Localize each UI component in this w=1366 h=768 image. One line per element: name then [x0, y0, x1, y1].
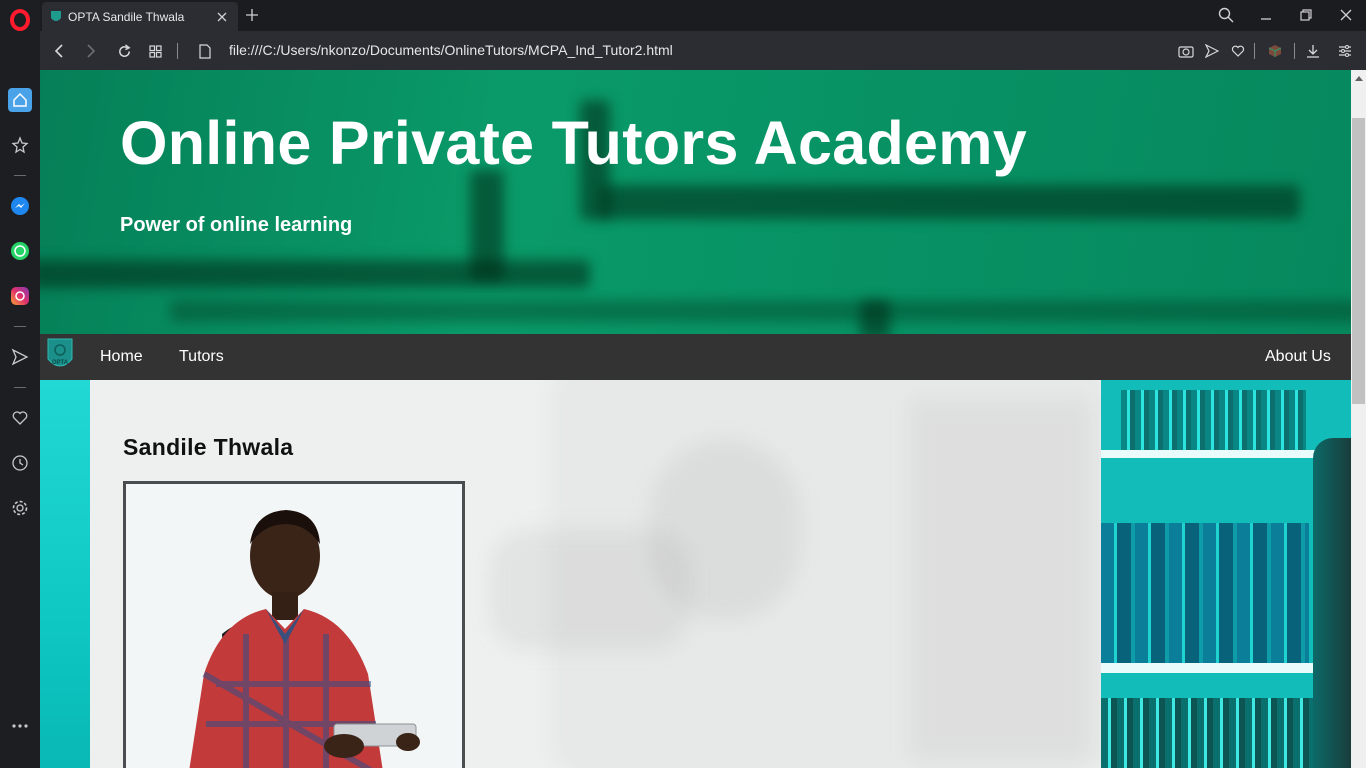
header-background-shape — [40, 260, 590, 288]
logo-text: OPTA — [52, 360, 69, 366]
new-tab-icon[interactable] — [242, 5, 262, 25]
reload-icon[interactable] — [113, 40, 135, 62]
nav-tutors-link[interactable]: Tutors — [179, 348, 224, 366]
tutor-photo — [123, 481, 465, 768]
books-row — [1121, 390, 1306, 450]
camera-icon[interactable] — [1175, 40, 1197, 62]
messenger-icon[interactable] — [8, 194, 32, 218]
file-icon — [194, 40, 216, 62]
scrollbar-thumb[interactable] — [1352, 118, 1365, 404]
page-scrollbar[interactable] — [1351, 70, 1366, 768]
address-divider — [1294, 43, 1295, 59]
send-icon[interactable] — [8, 345, 32, 369]
download-icon[interactable] — [1302, 40, 1324, 62]
nav-bar: OPTA Home Tutors About Us — [40, 334, 1351, 380]
instagram-icon[interactable] — [8, 284, 32, 308]
more-icon[interactable] — [8, 714, 32, 738]
site-title: Online Private Tutors Academy — [120, 109, 1028, 177]
browser-sidebar — [0, 0, 40, 768]
history-icon[interactable] — [8, 451, 32, 475]
search-icon[interactable] — [1213, 4, 1239, 26]
restore-icon[interactable] — [1293, 4, 1319, 26]
heart-icon[interactable] — [1227, 40, 1249, 62]
site-subtitle: Power of online learning — [120, 214, 353, 236]
address-divider — [1254, 43, 1255, 59]
url-input[interactable]: file:///C:/Users/nkonzo/Documents/Online… — [229, 42, 673, 58]
send-icon[interactable] — [1201, 40, 1223, 62]
heart-icon[interactable] — [8, 406, 32, 430]
left-background-strip — [40, 380, 90, 768]
background-photo-shape — [910, 400, 1090, 760]
header-background-shape — [600, 185, 1300, 219]
forward-icon[interactable] — [80, 40, 102, 62]
tutor-panel: Sandile Thwala — [90, 380, 1101, 768]
person-silhouette — [1313, 438, 1351, 768]
opera-logo-icon[interactable] — [8, 8, 32, 32]
browser-tab[interactable]: OPTA Sandile Thwala — [42, 2, 238, 31]
back-icon[interactable] — [48, 40, 70, 62]
extension-cube-icon[interactable] — [1264, 40, 1286, 62]
web-page: Online Private Tutors Academy Power of o… — [40, 70, 1351, 768]
whatsapp-icon[interactable] — [8, 239, 32, 263]
tab-title: OPTA Sandile Thwala — [68, 9, 185, 24]
nav-home-link[interactable]: Home — [100, 348, 143, 366]
page-header: Online Private Tutors Academy Power of o… — [40, 70, 1351, 334]
easy-setup-icon[interactable] — [1334, 40, 1356, 62]
shield-favicon-icon — [51, 10, 61, 21]
books-row — [1101, 523, 1309, 663]
address-bar: file:///C:/Users/nkonzo/Documents/Online… — [40, 31, 1366, 70]
sidebar-divider — [14, 387, 26, 388]
background-photo-shape — [490, 530, 690, 650]
sidebar-divider — [14, 326, 26, 327]
bookshelf-background — [1101, 380, 1351, 768]
star-icon[interactable] — [8, 133, 32, 157]
opta-logo[interactable]: OPTA — [46, 337, 74, 373]
header-background-shape — [170, 300, 1351, 322]
header-background-shape — [860, 300, 890, 334]
home-icon[interactable] — [8, 88, 32, 112]
header-background-shape — [470, 170, 504, 280]
tabs-grid-icon[interactable] — [144, 40, 166, 62]
gear-icon[interactable] — [8, 496, 32, 520]
close-window-icon[interactable] — [1333, 4, 1359, 26]
content-area: Sandile Thwala — [40, 380, 1351, 768]
address-divider — [177, 43, 178, 59]
scroll-up-arrow-icon[interactable] — [1351, 70, 1366, 86]
nav-about-link[interactable]: About Us — [1265, 348, 1331, 366]
close-tab-icon[interactable] — [212, 7, 232, 27]
minimize-icon[interactable] — [1253, 4, 1279, 26]
sidebar-divider — [14, 175, 26, 176]
tutor-name-heading: Sandile Thwala — [123, 434, 294, 460]
tab-strip: OPTA Sandile Thwala — [40, 0, 1366, 31]
